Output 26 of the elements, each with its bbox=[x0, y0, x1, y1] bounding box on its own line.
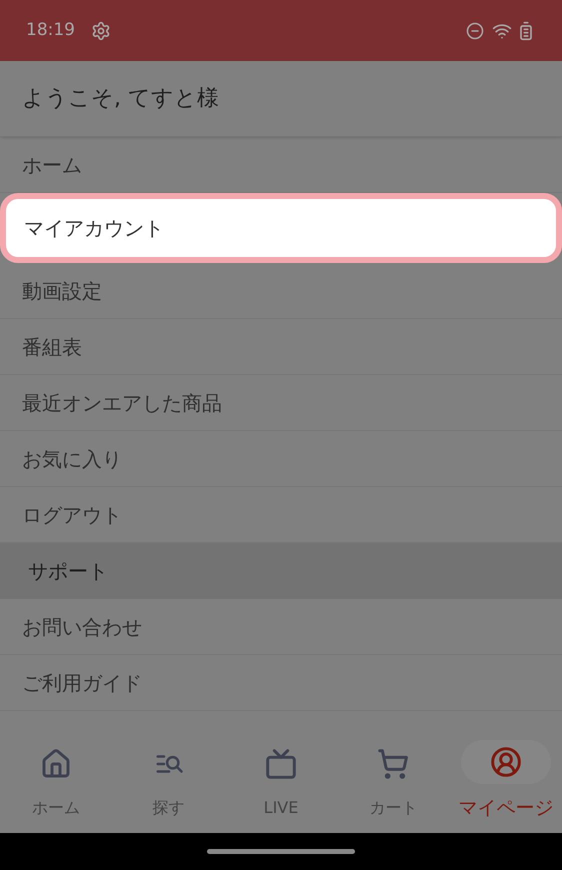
nav-tab[interactable]: 探す bbox=[112, 742, 225, 820]
nav-label: マイページ bbox=[458, 796, 554, 821]
menu-item[interactable]: ご利用ガイド bbox=[0, 655, 562, 711]
nav-label: LIVE bbox=[264, 797, 298, 819]
menu-item[interactable]: マイアカウント bbox=[0, 193, 562, 263]
menu-item[interactable]: 番組表 bbox=[0, 319, 562, 375]
menu-item[interactable]: 最近オンエアした商品 bbox=[0, 375, 562, 431]
home-icon bbox=[40, 748, 72, 780]
menu-item[interactable]: 動画設定 bbox=[0, 263, 562, 319]
nav-tab[interactable]: マイページ bbox=[450, 740, 562, 822]
settings-icon bbox=[91, 20, 111, 40]
nav-tab[interactable]: LIVE bbox=[224, 742, 338, 820]
menu-item[interactable]: お気に入り bbox=[0, 431, 562, 487]
do-not-disturb-icon bbox=[466, 22, 484, 40]
nav-tab[interactable]: ホーム bbox=[0, 742, 112, 820]
nav-label: カート bbox=[369, 797, 418, 819]
welcome-title: ようこそ, てすと様 bbox=[22, 85, 219, 113]
nav-label: 探す bbox=[152, 797, 185, 819]
user-icon bbox=[490, 746, 522, 778]
cart-icon bbox=[377, 748, 410, 780]
nav-tab[interactable]: カート bbox=[337, 742, 450, 820]
section-title: サポート bbox=[28, 558, 108, 585]
nav-label: ホーム bbox=[32, 797, 80, 819]
status-time: 18:19 bbox=[26, 18, 75, 42]
menu-item[interactable]: お問い合わせ bbox=[0, 599, 562, 655]
monitor-icon bbox=[265, 748, 298, 780]
